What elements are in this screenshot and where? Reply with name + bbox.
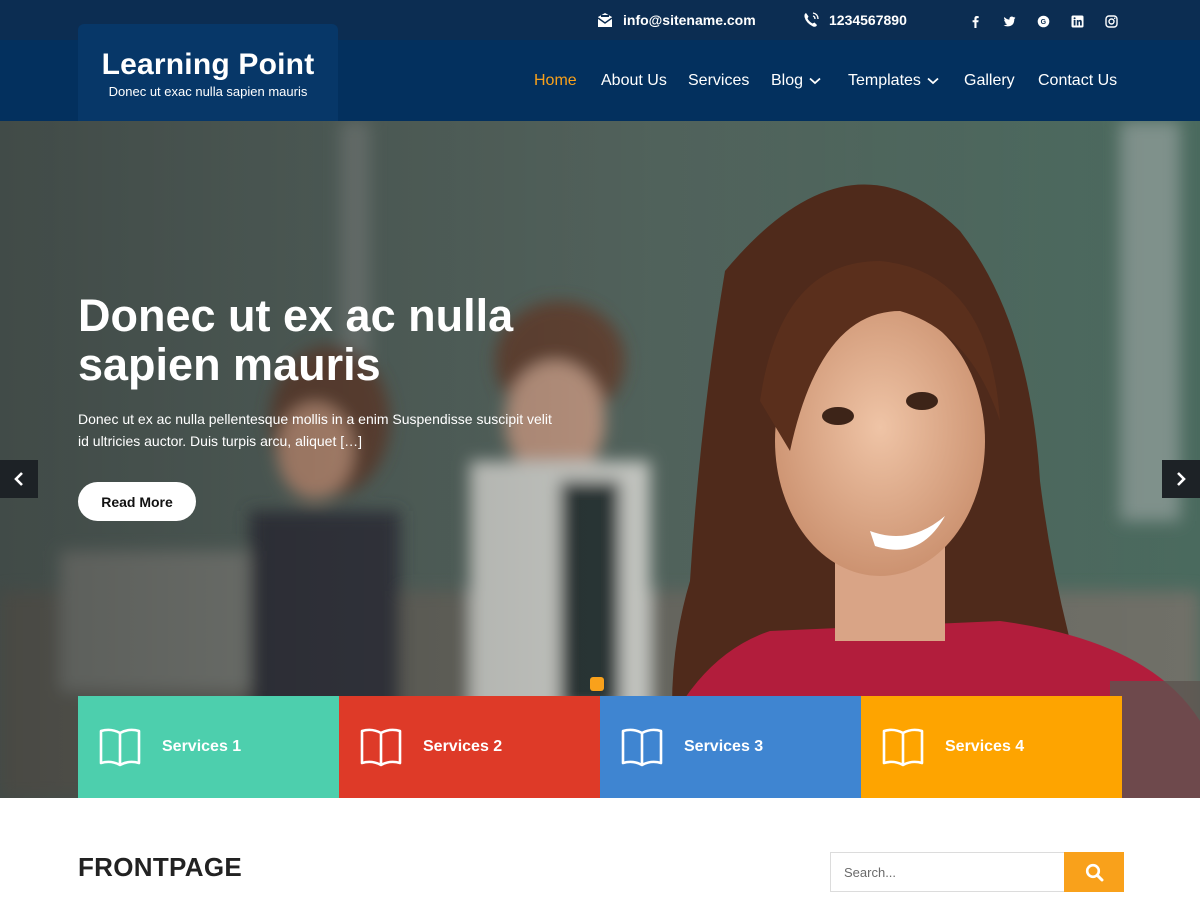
nav-home-label[interactable]: Home [534, 72, 577, 90]
nav-services-label[interactable]: Services [688, 72, 749, 90]
service-box-4[interactable]: Services 4 [861, 696, 1122, 798]
social-links: G [958, 12, 1128, 30]
site-tagline: Donec ut exac nulla sapien mauris [108, 84, 308, 99]
phone-icon [804, 12, 819, 27]
page-heading: FRONTPAGE [78, 852, 242, 882]
nav-home[interactable]: Home [534, 72, 577, 90]
book-icon [621, 728, 663, 767]
phone-contact[interactable]: 1234567890 [802, 11, 907, 29]
email-text[interactable]: info@sitename.com [623, 12, 756, 28]
search-form [830, 852, 1124, 892]
service-label[interactable]: Services 4 [945, 738, 1024, 756]
nav-templates-label[interactable]: Templates [848, 72, 921, 90]
chevron-left-icon [14, 472, 23, 486]
nav-contact-us[interactable]: Contact Us [1038, 72, 1117, 90]
slider-next-button[interactable] [1162, 460, 1200, 498]
book-icon [360, 728, 402, 767]
twitter-icon [1003, 16, 1015, 26]
nav-blog[interactable]: Blog [771, 72, 821, 90]
facebook-link[interactable] [958, 12, 992, 30]
nav-templates[interactable]: Templates [848, 72, 939, 90]
slider-pagination-dot[interactable] [590, 677, 604, 691]
service-box-1[interactable]: Services 1 [78, 696, 339, 798]
nav-gallery[interactable]: Gallery [964, 72, 1015, 90]
nav-gallery-label[interactable]: Gallery [964, 72, 1015, 90]
google-plus-link[interactable]: G [1026, 12, 1060, 30]
facebook-icon [972, 15, 979, 28]
search-input[interactable] [830, 852, 1064, 892]
read-more-button[interactable]: Read More [78, 482, 196, 521]
book-icon [99, 728, 141, 767]
hero-title: Donec ut ex ac nulla sapien mauris [78, 290, 514, 390]
instagram-icon [1104, 14, 1118, 28]
nav-about-us-label[interactable]: About Us [601, 72, 667, 90]
nav-services[interactable]: Services [688, 72, 749, 90]
site-title[interactable]: Learning Point [78, 48, 338, 82]
hero-description: Donec ut ex ac nulla pellentesque mollis… [78, 411, 552, 449]
nav-about-us[interactable]: About Us [601, 72, 667, 90]
service-label[interactable]: Services 3 [684, 738, 763, 756]
services-row: Services 1 Services 2 Services 3 Service… [78, 696, 1122, 798]
search-button[interactable] [1064, 852, 1124, 892]
google-plus-icon: G [1037, 15, 1049, 27]
nav-contact-us-label[interactable]: Contact Us [1038, 72, 1117, 90]
search-icon [1085, 863, 1103, 881]
service-box-3[interactable]: Services 3 [600, 696, 861, 798]
linkedin-icon [1071, 15, 1083, 27]
instagram-link[interactable] [1094, 12, 1128, 30]
service-box-2[interactable]: Services 2 [339, 696, 600, 798]
email-contact[interactable]: info@sitename.com [596, 11, 756, 29]
phone-text[interactable]: 1234567890 [829, 12, 907, 28]
email-icon [597, 13, 613, 27]
service-label[interactable]: Services 1 [162, 738, 241, 756]
nav-blog-label[interactable]: Blog [771, 72, 803, 90]
chevron-down-icon [927, 77, 939, 85]
svg-text:G: G [1040, 19, 1046, 26]
chevron-down-icon [809, 77, 821, 85]
twitter-link[interactable] [992, 12, 1026, 30]
book-icon [882, 728, 924, 767]
logo[interactable]: Learning Point Donec ut exac nulla sapie… [78, 0, 338, 121]
service-label[interactable]: Services 2 [423, 738, 502, 756]
linkedin-link[interactable] [1060, 12, 1094, 30]
slider-prev-button[interactable] [0, 460, 38, 498]
chevron-right-icon [1177, 472, 1186, 486]
